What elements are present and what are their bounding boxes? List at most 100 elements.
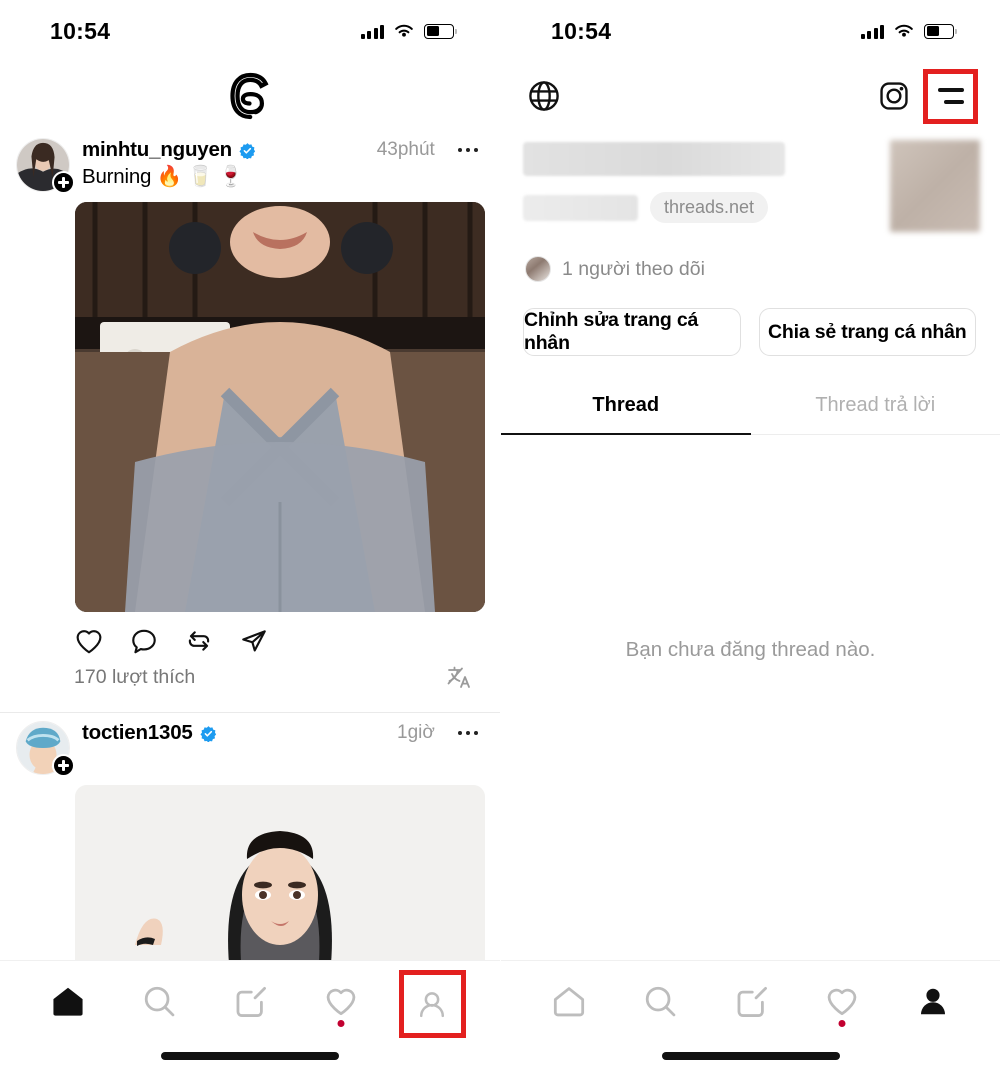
post-username[interactable]: toctien1305 [82,721,193,745]
battery-icon [424,23,457,39]
nav-home[interactable] [22,961,113,1041]
status-indicators [860,23,957,39]
left-phone-screen: 10:54 minhtu_nguyen 43phút Burning 🔥 🥛 🍷… [0,0,500,1082]
bottom-nav-right [501,960,1000,1082]
followers-count: 1 người theo dõi [562,257,705,280]
feed-post-1: minhtu_nguyen 43phút Burning 🔥 🥛 🍷 170 l… [0,130,500,713]
post-photo [75,785,485,975]
profile-identity: threads.net [501,130,1000,232]
search-icon [144,986,175,1017]
bottom-nav-left [0,960,500,1082]
wifi-icon [395,24,413,37]
post-author-row: toctien1305 1giờ [82,721,480,745]
tab-thread[interactable]: Thread [501,380,751,435]
cellular-signal-icon [860,24,884,39]
like-icon[interactable] [74,626,104,656]
display-name-redacted [523,142,785,176]
post-actions [74,626,500,656]
post-body: minhtu_nguyen 43phút Burning 🔥 🥛 🍷 [70,138,480,189]
threads-logo-icon [230,72,269,120]
status-time: 10:54 [50,17,111,44]
home-indicator [161,1052,339,1060]
heart-icon [326,988,356,1016]
activity-badge-dot [838,1020,845,1027]
tab-thread-replies[interactable]: Thread trả lời [750,380,1000,435]
status-time: 10:54 [551,17,612,44]
wifi-icon [895,24,913,37]
post-body: toctien1305 1giờ [70,721,480,745]
profile-highlight-box [398,970,467,1038]
nav-search[interactable] [113,961,204,1041]
verified-badge-icon [239,142,256,159]
post-username[interactable]: minhtu_nguyen [82,138,232,162]
compose-icon [236,986,266,1017]
hamburger-menu-icon[interactable] [923,68,978,124]
profile-icon [920,988,945,1015]
more-options-icon[interactable] [457,730,478,736]
threads-logo-header [0,62,500,130]
edit-profile-button[interactable]: Chỉnh sửa trang cá nhân [523,308,741,356]
nav-compose[interactable] [204,961,295,1041]
verified-badge-icon [200,725,216,742]
search-icon [645,986,675,1017]
post-timestamp: 43phút [376,139,435,160]
nav-profile[interactable] [387,961,478,1041]
add-to-profile-icon[interactable] [52,754,75,777]
post-author-row: minhtu_nguyen 43phút [82,138,480,162]
post-media-image[interactable] [75,785,485,975]
comment-icon[interactable] [129,626,159,656]
status-bar-right: 10:54 [501,0,1000,62]
nav-activity[interactable] [296,961,387,1041]
username-row: threads.net [523,192,890,223]
cellular-signal-icon [360,24,384,39]
empty-state-message: Bạn chưa đăng thread nào. [625,638,876,661]
more-options-icon[interactable] [457,147,478,153]
post-timestamp: 1giờ [397,722,435,743]
battery-icon [924,23,957,39]
right-phone-screen: 10:54 threads.net 1 người theo dõi Chỉnh… [500,0,1000,1082]
follower-avatar [525,256,551,282]
post-meta-row: 170 lượt thích [74,664,500,690]
share-profile-button[interactable]: Chia sẻ trang cá nhân [758,308,976,356]
avatar[interactable] [16,721,75,777]
profile-photo[interactable] [890,140,980,232]
header-actions [877,68,978,124]
post-header: toctien1305 1giờ [0,713,500,777]
globe-icon[interactable] [527,79,561,113]
profile-icon [420,992,445,1018]
repost-icon[interactable] [184,626,214,656]
post-header: minhtu_nguyen 43phút Burning 🔥 🥛 🍷 [0,130,500,194]
post-media-image[interactable] [75,202,485,612]
heart-icon [827,988,856,1016]
home-icon [553,987,584,1017]
nav-search[interactable] [614,961,705,1041]
followers-row[interactable]: 1 người theo dõi [501,232,1000,282]
avatar[interactable] [16,138,75,194]
profile-names: threads.net [523,140,890,232]
feed-post-2: toctien1305 1giờ [0,713,500,975]
activity-badge-dot [337,1020,345,1027]
post-photo [75,202,485,612]
nav-items [501,961,1000,1041]
profile-tabs: Thread Thread trả lời [501,380,1000,435]
nav-items [0,961,500,1041]
post-caption: Burning 🔥 🥛 🍷 [82,165,244,188]
status-bar-left: 10:54 [0,0,500,62]
dual-screenshot-container: 10:54 minhtu_nguyen 43phút Burning 🔥 🥛 🍷… [0,0,1000,1082]
nav-activity[interactable] [796,961,887,1041]
share-icon[interactable] [239,626,269,656]
compose-icon [737,986,767,1017]
instagram-icon[interactable] [877,79,911,113]
username-redacted [523,194,638,221]
add-to-profile-icon[interactable] [52,171,75,194]
profile-header [501,62,1000,130]
likes-count[interactable]: 170 lượt thích [74,666,195,689]
domain-chip: threads.net [650,192,769,223]
nav-home[interactable] [523,961,614,1041]
nav-profile[interactable] [887,961,978,1041]
home-indicator [661,1052,840,1060]
home-icon [53,987,83,1016]
nav-compose[interactable] [705,961,796,1041]
status-indicators [360,23,457,39]
translate-icon[interactable] [446,664,472,690]
